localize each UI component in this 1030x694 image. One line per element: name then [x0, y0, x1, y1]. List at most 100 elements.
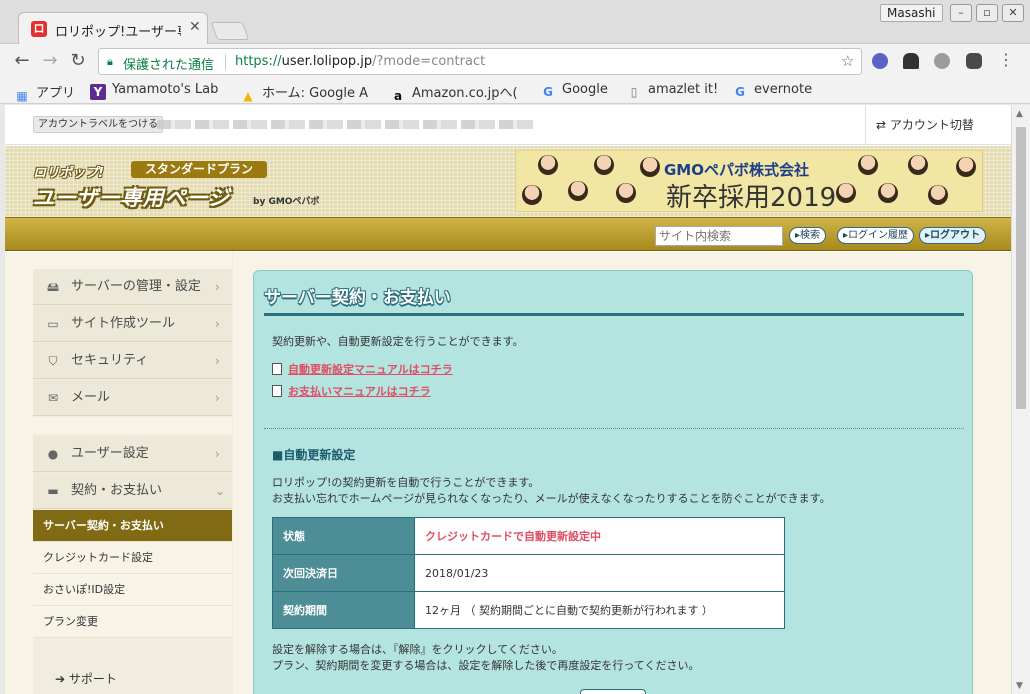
bookmark-star-icon[interactable]: ☆: [841, 52, 854, 70]
person-photo: [522, 185, 542, 205]
site-header: ロリポップ! スタンダードプラン ユーザー専用ページ by GMOペパボ GMO…: [5, 146, 1011, 217]
sidebar-item-site-tools[interactable]: ▭ サイト作成ツール ›: [33, 306, 232, 342]
sidebar-sub-server-contract[interactable]: サーバー契約・お支払い: [33, 510, 232, 542]
envelope-icon: ✉: [47, 391, 59, 405]
contract-panel: サーバー契約・お支払い 契約更新や、自動更新設定を行うことができます。 自動更新…: [253, 270, 973, 694]
url-text: https://user.lolipop.jp/?mode=contract: [235, 54, 485, 69]
sidebar-support-link[interactable]: ➔ サポート: [55, 670, 117, 687]
shield-icon: ⛉: [48, 354, 58, 368]
auto-renew-desc-2: お支払い忘れでホームページが見られなくなったり、メールが使えなくなったりすること…: [272, 492, 831, 505]
payment-manual-link[interactable]: お支払いマニュアルはコチラ: [272, 383, 431, 399]
reload-icon[interactable]: ↻: [66, 50, 90, 72]
extension-puzzle-icon[interactable]: [934, 53, 950, 69]
chevron-right-icon: ›: [215, 391, 220, 405]
sidebar: 🖴︎ サーバーの管理・設定 › ▭ サイト作成ツール › ⛉ セキュリティ › ✉ メール › …: [33, 252, 233, 694]
account-label-button[interactable]: アカウントラベルをつける: [33, 116, 163, 133]
sidebar-item-label: セキュリティ: [71, 353, 149, 368]
tab-title: ロリポップ!ユーザー専用ページ: [55, 25, 181, 40]
close-tab-icon[interactable]: ✕: [189, 19, 201, 35]
bookmark-amazlet[interactable]: ▯ amazlet it!: [626, 82, 719, 100]
sidebar-item-mail[interactable]: ✉ メール ›: [33, 380, 232, 416]
site-search-input[interactable]: [655, 226, 783, 246]
person-photo: [928, 185, 948, 205]
title-divider: [264, 313, 964, 316]
cancel-button[interactable]: [580, 689, 646, 694]
sidebar-sub-osaipo-id[interactable]: おさいぽ!ID設定: [33, 574, 232, 606]
search-button[interactable]: ▸検索: [789, 227, 827, 244]
address-bar[interactable]: 🔒︎ 保護された通信 https://user.lolipop.jp/?mode…: [98, 48, 862, 75]
contract-period-label: 契約期間: [272, 591, 415, 629]
support-label: サポート: [68, 672, 117, 686]
login-history-button[interactable]: ▸ログイン履歴: [837, 227, 915, 244]
chevron-right-icon: ›: [215, 447, 220, 461]
logout-button[interactable]: ▸ログアウト: [919, 227, 987, 244]
account-switch-button[interactable]: ⇄ アカウント切替: [865, 105, 985, 145]
person-photo: [640, 157, 660, 177]
bookmark-label: evernote: [754, 82, 813, 97]
link-label: 自動更新設定マニュアルはコチラ: [288, 363, 453, 376]
auto-renew-heading: ■自動更新設定: [272, 448, 356, 462]
browser-titlebar: ロ ロリポップ!ユーザー専用ページ ✕ Masashi – ▫ ✕: [0, 0, 1030, 44]
minimize-window-icon[interactable]: –: [950, 4, 972, 22]
browser-toolbar: ← → ↻ 🔒︎ 保護された通信 https://user.lolipop.jp…: [0, 44, 1030, 78]
bookmark-evernote[interactable]: Gevernote: [732, 82, 812, 100]
credit-card-icon: ▬: [47, 484, 59, 498]
lock-icon: 🔒︎: [107, 55, 113, 68]
scroll-up-icon[interactable]: ▲: [1016, 109, 1023, 119]
cloud-download-icon[interactable]: [903, 53, 919, 69]
sidebar-item-security[interactable]: ⛉ セキュリティ ›: [33, 343, 232, 379]
logo-user-page[interactable]: ユーザー専用ページ: [33, 182, 230, 212]
bookmark-apps[interactable]: ▦ アプリ: [14, 82, 75, 104]
swap-arrows-icon: ⇄: [876, 118, 887, 132]
document-icon: [272, 385, 282, 397]
close-window-icon[interactable]: ✕: [1002, 4, 1024, 22]
sidebar-item-contract[interactable]: ▬ 契約・お支払い ⌄: [33, 473, 232, 509]
bookmark-label: Yamamoto's Lab: [112, 82, 219, 97]
new-tab-button[interactable]: [210, 22, 250, 40]
chevron-right-icon: ›: [215, 317, 220, 331]
url-scheme: https://: [235, 54, 282, 69]
profile-button[interactable]: Masashi: [880, 4, 943, 22]
page-viewport: アカウントラベルをつける ⇄ アカウント切替 ロリポップ! スタンダードプラン …: [5, 105, 1011, 694]
forward-arrow-icon[interactable]: →: [38, 50, 62, 72]
server-icon: 🖴︎: [46, 280, 60, 294]
back-arrow-icon[interactable]: ←: [10, 50, 34, 72]
scroll-down-icon[interactable]: ▼: [1016, 681, 1023, 691]
page-scrollbar[interactable]: ▲ ▼: [1011, 105, 1030, 694]
sidebar-item-user-settings[interactable]: ● ユーザー設定 ›: [33, 436, 232, 472]
bookmark-amazon[interactable]: a Amazon.co.jpへ(: [390, 82, 518, 104]
intro-text: 契約更新や、自動更新設定を行うことができます。: [272, 335, 524, 348]
bookmark-label: Google: [562, 82, 608, 97]
scrollbar-thumb[interactable]: [1016, 127, 1026, 409]
sidebar-item-server[interactable]: 🖴︎ サーバーの管理・設定 ›: [33, 269, 232, 305]
chevron-right-icon: ›: [215, 280, 220, 294]
extension-globe-icon[interactable]: [872, 53, 888, 69]
sidebar-sub-plan-change[interactable]: プラン変更: [33, 606, 232, 638]
auto-renew-manual-link[interactable]: 自動更新設定マニュアルはコチラ: [272, 361, 453, 377]
bookmark-google[interactable]: G Google: [540, 82, 608, 100]
account-switch-label: アカウント切替: [889, 118, 974, 132]
sidebar-spacer: [33, 252, 232, 269]
recruit-banner[interactable]: GMOペパボ株式会社 新卒採用2019: [515, 150, 983, 212]
page-title: サーバー契約・お支払い: [264, 288, 451, 308]
chevron-right-icon: ›: [215, 354, 220, 368]
bookmark-google-drive[interactable]: ▲ ホーム: Google A: [240, 82, 368, 104]
sidebar-item-label: メール: [71, 390, 111, 405]
browser-tab[interactable]: ロ ロリポップ!ユーザー専用ページ ✕: [18, 12, 208, 44]
logo-lolipop[interactable]: ロリポップ!: [33, 162, 104, 181]
banner-recruit-text: 新卒採用2019: [666, 183, 837, 212]
status-label: 状態: [272, 517, 415, 555]
browser-menu-icon[interactable]: ⋮: [994, 49, 1018, 71]
laptop-icon: ▭: [47, 317, 59, 331]
evernote-elephant-icon[interactable]: [966, 53, 982, 69]
maximize-window-icon[interactable]: ▫: [976, 4, 998, 22]
person-photo: [956, 157, 976, 177]
table-row: 状態 クレジットカードで自動更新設定中: [272, 517, 785, 555]
sidebar-sub-credit-card[interactable]: クレジットカード設定: [33, 542, 232, 574]
next-payment-value: 2018/01/23: [414, 554, 785, 592]
bookmark-yamamotos-lab[interactable]: Y Yamamoto's Lab: [90, 82, 218, 100]
arrow-right-icon: ➔: [55, 672, 66, 686]
redacted-account-info: [157, 120, 537, 129]
logo-by-pepabo: by GMOペパボ: [253, 197, 320, 207]
person-photo: [568, 181, 588, 201]
